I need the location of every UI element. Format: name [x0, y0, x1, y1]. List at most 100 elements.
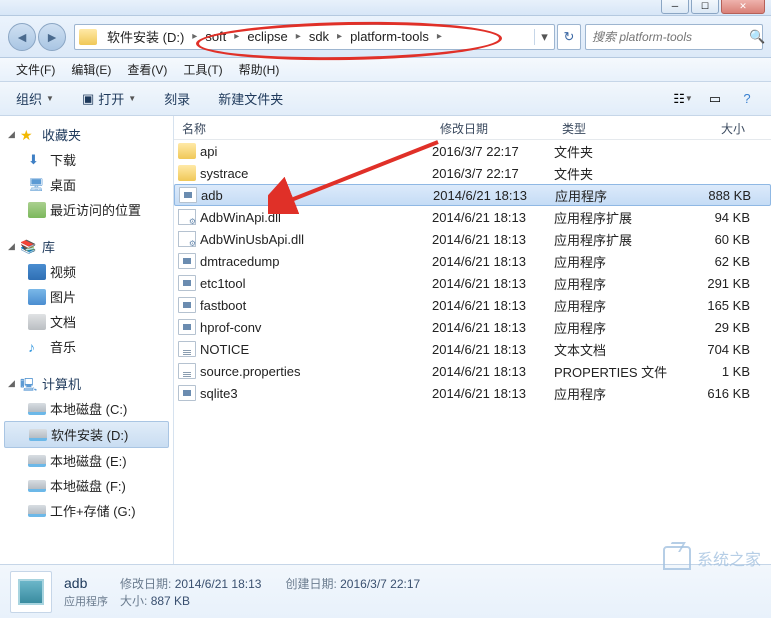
file-row[interactable]: adb2014/6/21 18:13应用程序888 KB [174, 184, 771, 206]
maximize-button[interactable]: ☐ [691, 0, 719, 14]
drive-icon [28, 480, 46, 492]
file-name: dmtracedump [200, 254, 432, 269]
sidebar-item-downloads[interactable]: ⬇下载 [0, 147, 173, 172]
computer-label: 计算机 [42, 374, 81, 393]
file-row[interactable]: AdbWinApi.dll2014/6/21 18:13应用程序扩展94 KB [174, 206, 771, 228]
column-name[interactable]: 名称 [174, 116, 432, 139]
file-date: 2014/6/21 18:13 [432, 342, 554, 357]
menu-file[interactable]: 文件(F) [8, 59, 63, 80]
file-type: 文件夹 [554, 142, 676, 161]
search-box[interactable]: 🔍 [585, 24, 763, 50]
file-icon [178, 253, 196, 269]
drive-icon [28, 505, 46, 517]
file-date: 2014/6/21 18:13 [432, 298, 554, 313]
file-row[interactable]: hprof-conv2014/6/21 18:13应用程序29 KB [174, 316, 771, 338]
file-row[interactable]: systrace2016/3/7 22:17文件夹 [174, 162, 771, 184]
search-input[interactable] [592, 30, 749, 44]
file-row[interactable]: etc1tool2014/6/21 18:13应用程序291 KB [174, 272, 771, 294]
breadcrumb-item[interactable]: eclipse [241, 26, 293, 47]
file-size: 1 KB [676, 364, 750, 379]
chevron-right-icon[interactable]: ▸ [335, 31, 344, 42]
file-icon [178, 143, 196, 159]
menu-view[interactable]: 查看(V) [119, 59, 175, 80]
nav-buttons: ◄ ► [8, 23, 66, 51]
sidebar-item-documents[interactable]: 文档 [0, 309, 173, 334]
forward-button[interactable]: ► [38, 23, 66, 51]
organize-button[interactable]: 组织 ▼ [10, 86, 60, 111]
file-row[interactable]: sqlite32014/6/21 18:13应用程序616 KB [174, 382, 771, 404]
file-date: 2014/6/21 18:13 [433, 188, 555, 203]
file-size: 291 KB [676, 276, 750, 291]
file-type: 应用程序 [554, 318, 676, 337]
column-size[interactable]: 大小 [676, 116, 754, 139]
file-list[interactable]: 名称 修改日期 类型 大小 api2016/3/7 22:17文件夹systra… [174, 116, 771, 564]
minimize-button[interactable]: ─ [661, 0, 689, 14]
chevron-right-icon[interactable]: ▸ [294, 31, 303, 42]
breadcrumb-item[interactable]: soft [199, 26, 232, 47]
file-size: 29 KB [676, 320, 750, 335]
column-type[interactable]: 类型 [554, 116, 676, 139]
sidebar-item-recent[interactable]: 最近访问的位置 [0, 197, 173, 222]
sidebar-item-desktop[interactable]: 🖥桌面 [0, 172, 173, 197]
refresh-button[interactable]: ↻ [557, 24, 581, 50]
file-row[interactable]: dmtracedump2014/6/21 18:13应用程序62 KB [174, 250, 771, 272]
details-size-value: 887 KB [151, 594, 190, 608]
main-content: ◢ ★ 收藏夹 ⬇下载 🖥桌面 最近访问的位置 ◢ 📚 库 视频 图片 文档 ♪… [0, 116, 771, 564]
favorites-header[interactable]: ◢ ★ 收藏夹 [0, 122, 173, 147]
menu-help[interactable]: 帮助(H) [231, 59, 288, 80]
file-name: AdbWinUsbApi.dll [200, 232, 432, 247]
breadcrumb-item[interactable]: sdk [303, 26, 335, 47]
sidebar-item-videos[interactable]: 视频 [0, 259, 173, 284]
chevron-right-icon[interactable]: ▸ [435, 31, 444, 42]
help-button[interactable]: ? [733, 87, 761, 111]
file-row[interactable]: NOTICE2014/6/21 18:13文本文档704 KB [174, 338, 771, 360]
sidebar-item-drive-f[interactable]: 本地磁盘 (F:) [0, 473, 173, 498]
close-button[interactable]: ✕ [721, 0, 765, 14]
sidebar-item-drive-g[interactable]: 工作+存储 (G:) [0, 498, 173, 523]
address-bar: ◄ ► 软件安装 (D:)▸ soft▸ eclipse▸ sdk▸ platf… [0, 16, 771, 58]
file-date: 2014/6/21 18:13 [432, 254, 554, 269]
search-icon[interactable]: 🔍 [749, 29, 765, 45]
column-date[interactable]: 修改日期 [432, 116, 554, 139]
computer-header[interactable]: ◢ 🖳 计算机 [0, 371, 173, 396]
file-name: NOTICE [200, 342, 432, 357]
sidebar-item-drive-e[interactable]: 本地磁盘 (E:) [0, 448, 173, 473]
sidebar-item-pictures[interactable]: 图片 [0, 284, 173, 309]
burn-button[interactable]: 刻录 [158, 86, 196, 111]
file-row[interactable]: fastboot2014/6/21 18:13应用程序165 KB [174, 294, 771, 316]
sidebar-item-drive-c[interactable]: 本地磁盘 (C:) [0, 396, 173, 421]
file-date: 2014/6/21 18:13 [432, 364, 554, 379]
preview-pane-button[interactable]: ▭ [701, 87, 729, 111]
breadcrumb-item[interactable]: platform-tools [344, 26, 435, 47]
drive-icon [28, 455, 46, 467]
favorites-group: ◢ ★ 收藏夹 ⬇下载 🖥桌面 最近访问的位置 [0, 122, 173, 222]
file-rows: api2016/3/7 22:17文件夹systrace2016/3/7 22:… [174, 140, 771, 404]
chevron-right-icon[interactable]: ▸ [232, 31, 241, 42]
file-type: 应用程序 [555, 186, 677, 205]
chevron-right-icon[interactable]: ▸ [190, 31, 199, 42]
file-date: 2016/3/7 22:17 [432, 144, 554, 159]
file-type: 文本文档 [554, 340, 676, 359]
details-size-label: 大小: [120, 594, 147, 608]
recent-icon [28, 202, 46, 218]
address-dropdown[interactable]: ▾ [534, 29, 554, 45]
menu-edit[interactable]: 编辑(E) [63, 59, 119, 80]
sidebar-item-music[interactable]: ♪音乐 [0, 334, 173, 359]
navigation-pane[interactable]: ◢ ★ 收藏夹 ⬇下载 🖥桌面 最近访问的位置 ◢ 📚 库 视频 图片 文档 ♪… [0, 116, 174, 564]
file-icon [178, 231, 196, 247]
back-button[interactable]: ◄ [8, 23, 36, 51]
file-row[interactable]: api2016/3/7 22:17文件夹 [174, 140, 771, 162]
breadcrumb[interactable]: 软件安装 (D:)▸ soft▸ eclipse▸ sdk▸ platform-… [74, 24, 555, 50]
libraries-group: ◢ 📚 库 视频 图片 文档 ♪音乐 [0, 234, 173, 359]
sidebar-item-drive-d[interactable]: 软件安装 (D:) [4, 421, 169, 448]
file-row[interactable]: AdbWinUsbApi.dll2014/6/21 18:13应用程序扩展60 … [174, 228, 771, 250]
file-row[interactable]: source.properties2014/6/21 18:13PROPERTI… [174, 360, 771, 382]
file-date: 2014/6/21 18:13 [432, 276, 554, 291]
view-options-button[interactable]: ☷▼ [669, 87, 697, 111]
open-button[interactable]: ▣ 打开 ▼ [76, 86, 142, 111]
breadcrumb-item[interactable]: 软件安装 (D:) [101, 24, 190, 49]
menu-tools[interactable]: 工具(T) [175, 59, 230, 80]
libraries-header[interactable]: ◢ 📚 库 [0, 234, 173, 259]
organize-label: 组织 [16, 89, 42, 108]
new-folder-button[interactable]: 新建文件夹 [212, 86, 289, 111]
